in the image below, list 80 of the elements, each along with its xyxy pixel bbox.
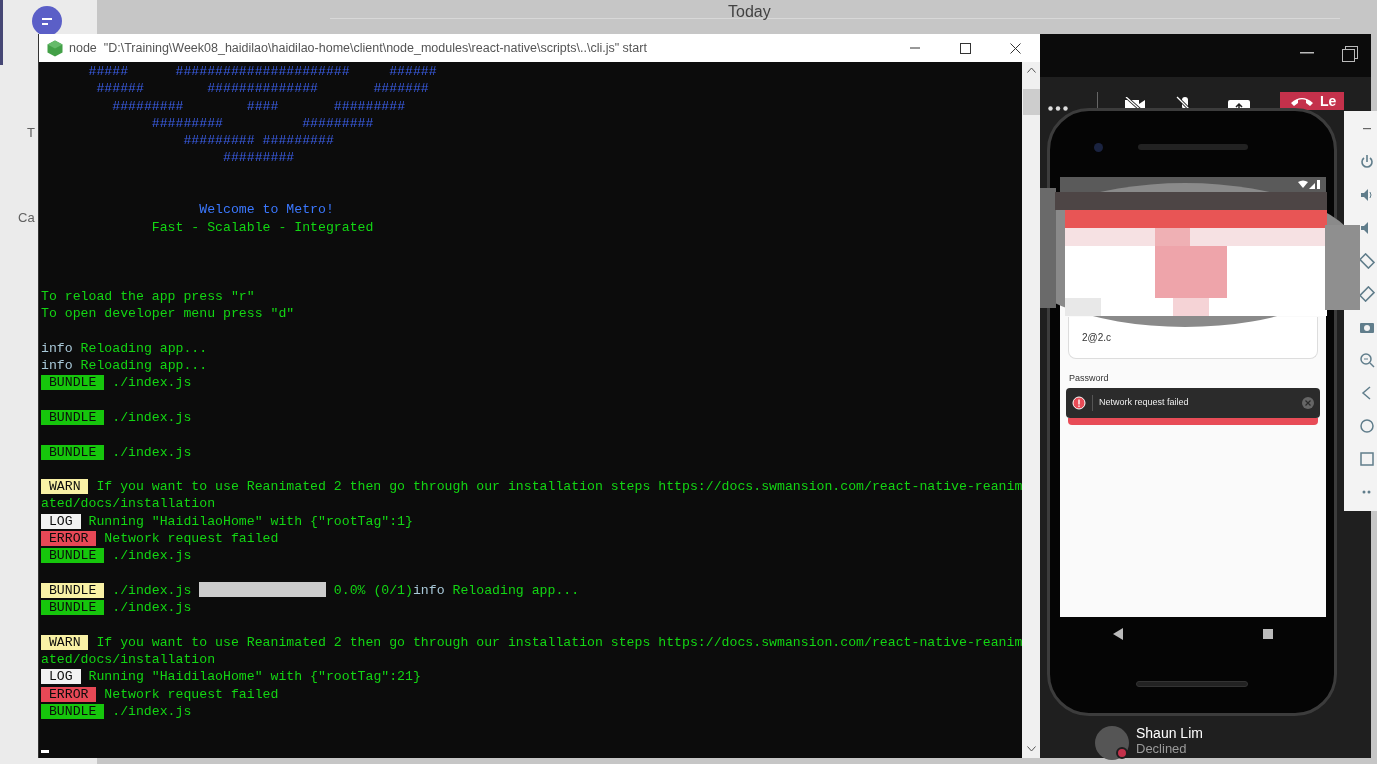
scroll-down-icon[interactable] xyxy=(1026,746,1036,752)
console-text: ./index.js xyxy=(112,548,192,564)
back-icon[interactable] xyxy=(1113,628,1123,640)
ascii-art-line: ######### #### ######### xyxy=(112,98,406,114)
scroll-up-icon[interactable] xyxy=(1026,67,1036,73)
avatar xyxy=(1095,726,1129,760)
scrollbar[interactable] xyxy=(1022,62,1040,758)
log-level-tag: LOG xyxy=(41,513,81,529)
log-level-tag: BUNDLE xyxy=(41,704,105,719)
field-label: Password xyxy=(1069,372,1110,385)
date-heading: Today xyxy=(728,2,771,22)
volume-up-icon[interactable] xyxy=(1358,187,1375,203)
console-text: ./index.js xyxy=(112,375,192,391)
hexagon-icon xyxy=(47,39,63,57)
close-icon[interactable] xyxy=(1009,42,1021,54)
minimize-icon[interactable] xyxy=(1300,52,1314,54)
zoom-icon[interactable] xyxy=(1358,352,1375,368)
console-text: ./index.js xyxy=(112,600,192,616)
share-icon[interactable] xyxy=(1228,100,1250,108)
log-level-tag: BUNDLE xyxy=(41,444,105,460)
overview-icon[interactable] xyxy=(1358,451,1375,467)
log-level-tag: BUNDLE xyxy=(41,375,105,391)
camera-lens xyxy=(1094,143,1103,152)
console-text: Reloading app... xyxy=(452,582,580,598)
rail-label[interactable]: Ca xyxy=(18,208,35,228)
log-prefix: info xyxy=(41,340,73,356)
log-level-tag: BUNDLE xyxy=(41,548,105,564)
console-text: Running "HaidilaoHome" with {"rootTag":21} xyxy=(88,669,421,685)
welcome-text: Welcome to Metro! xyxy=(199,202,334,218)
participant-status: Declined xyxy=(1136,741,1188,757)
console-text: To open developer menu press "d" xyxy=(41,306,295,322)
app-icon[interactable] xyxy=(32,6,62,36)
rotate-left-icon[interactable] xyxy=(1358,253,1375,269)
console-text: If you want to use Reanimated 2 then go through our installation steps https://docs.swmansion.com/react-native-reanim xyxy=(96,479,1022,495)
more-icon[interactable] xyxy=(1048,106,1068,111)
console-text: Fast - Scalable - Integrated xyxy=(151,219,374,235)
home-icon[interactable] xyxy=(1358,418,1375,434)
console-text: Network request failed xyxy=(104,531,279,546)
log-level-tag: WARN xyxy=(41,634,89,650)
console-text: ./index.js xyxy=(112,704,192,719)
console-text: Running "HaidilaoHome" with {"rootTag":1} xyxy=(88,513,413,529)
ascii-art-line: ######### ######### xyxy=(151,115,374,131)
log-level-tag: WARN xyxy=(41,479,89,495)
log-prefix: info xyxy=(412,582,445,598)
console-text: If you want to use Reanimated 2 then go through our installation steps https://docs.swmansion.com/react-native-reanim xyxy=(96,634,1022,650)
scrollbar-thumb[interactable] xyxy=(1022,89,1040,115)
console-text: Reloading app... xyxy=(80,358,208,374)
ascii-art-line: ###### ############## ####### xyxy=(96,81,429,97)
console-text: To reload the app press "r" xyxy=(41,288,255,304)
console-text: Reloading app... xyxy=(80,340,208,356)
power-icon[interactable] xyxy=(1358,154,1375,170)
console-text: ated/docs/installation xyxy=(41,496,216,512)
restore-icon[interactable] xyxy=(1342,46,1358,62)
rail-label[interactable]: T xyxy=(27,123,35,143)
text-cursor xyxy=(41,749,49,753)
log-prefix: info xyxy=(41,358,73,374)
maximize-icon[interactable] xyxy=(959,42,971,54)
console-text: Network request failed xyxy=(104,686,279,702)
console-text: ./index.js xyxy=(112,409,192,425)
log-level-tag: ERROR xyxy=(41,531,97,546)
log-level-tag: BUNDLE xyxy=(41,409,105,425)
signal-icon xyxy=(1298,180,1320,189)
leave-button[interactable]: Le xyxy=(1280,92,1344,110)
log-level-tag: BUNDLE xyxy=(41,582,105,598)
ascii-art-line: ######### ######### xyxy=(183,133,334,149)
alert-icon xyxy=(1072,395,1086,410)
rotate-right-icon[interactable] xyxy=(1358,286,1375,302)
window-title: node "D:\Training\Week08_haidilao\haidilao-home\client\node_modules\react-native\scripts\..\cli.js" start xyxy=(69,39,647,57)
console-text: ated/docs/installation xyxy=(41,652,216,668)
console-text: ./index.js xyxy=(112,582,192,598)
console-text: ./index.js xyxy=(112,444,192,460)
progress-reading: 0.0% (0/1) xyxy=(333,582,413,598)
log-level-tag: LOG xyxy=(41,669,81,685)
log-level-tag: ERROR xyxy=(41,686,97,702)
log-level-tag: BUNDLE xyxy=(41,600,105,616)
toast-message: Network request failed xyxy=(1099,395,1190,409)
phone-icon xyxy=(1290,95,1314,107)
ascii-art-line: ######### xyxy=(223,150,295,166)
ascii-art-line: ##### ###################### ###### xyxy=(88,64,437,79)
participant-name: Shaun Lim xyxy=(1136,725,1203,741)
